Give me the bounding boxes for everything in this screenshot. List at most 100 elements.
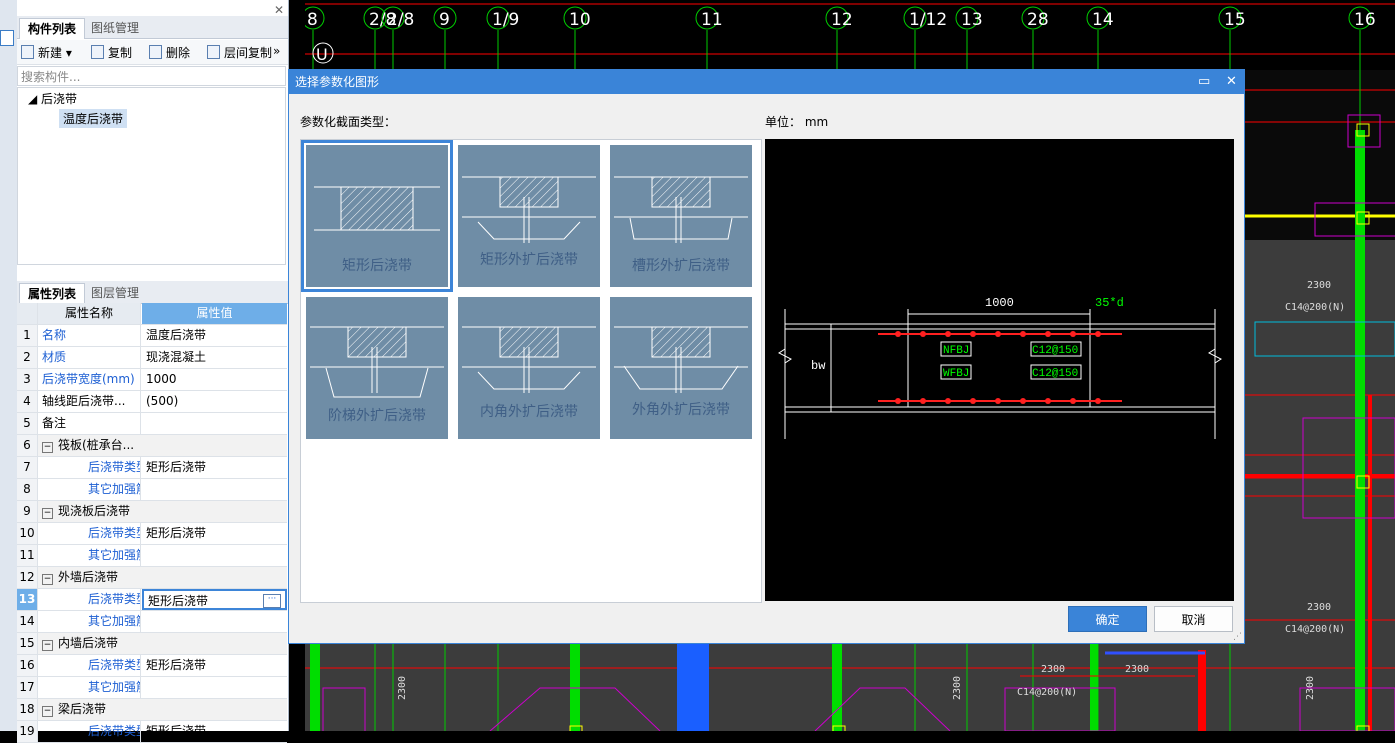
ok-button[interactable]: 确定	[1068, 606, 1147, 632]
axis-label: 2/8	[387, 10, 414, 30]
cad-dimension: 2300	[397, 676, 408, 700]
row-number: 13	[17, 589, 38, 610]
property-name: − 筏板(桩承台...	[38, 435, 287, 456]
collapse-icon[interactable]: −	[42, 442, 53, 453]
property-row[interactable]: 8其它加强筋	[17, 479, 287, 501]
property-value[interactable]: 矩形后浇带	[142, 457, 287, 478]
row-number: 19	[17, 721, 38, 742]
row-number: 18	[17, 699, 38, 720]
collapse-icon[interactable]: −	[42, 574, 53, 585]
property-row[interactable]: 3 后浇带宽度(mm) 1000	[17, 369, 287, 391]
row-number: 15	[17, 633, 38, 654]
property-row[interactable]: 2 材质 现浇混凝土	[17, 347, 287, 369]
property-value[interactable]: 1000	[142, 369, 287, 390]
copy-button[interactable]: 复制	[91, 44, 132, 61]
property-tabbar: 属性列表 图层管理	[17, 281, 288, 304]
property-row[interactable]: 4 轴线距后浇带... (500)	[17, 391, 287, 413]
row-number: 7	[17, 457, 38, 478]
floor-copy-button[interactable]: 层间复制	[207, 44, 272, 61]
shape-cell-groove-ext[interactable]: 槽形外扩后浇带	[605, 140, 757, 292]
maximize-icon[interactable]: ▭	[1198, 70, 1210, 94]
tab-component-list[interactable]: 构件列表	[19, 18, 86, 39]
more-icon[interactable]: »	[273, 44, 280, 58]
shape-cell-rect-ext[interactable]: 矩形外扩后浇带	[453, 140, 605, 292]
search-input[interactable]: 搜索构件...	[17, 66, 286, 86]
shape-cell-step-ext[interactable]: 阶梯外扩后浇带	[301, 292, 453, 444]
property-value[interactable]	[142, 545, 287, 566]
property-row[interactable]: 11其它加强筋	[17, 545, 287, 567]
preview-wfbj: WFBJ	[943, 368, 969, 380]
tab-drawing-manage[interactable]: 图纸管理	[83, 18, 147, 38]
row-number: 4	[17, 391, 38, 412]
axis-label: 9	[439, 10, 450, 30]
axis-label: 12	[831, 10, 853, 30]
property-row[interactable]: 13后浇带类型矩形后浇带···	[17, 589, 287, 611]
shape-cell-outer-corner[interactable]: 外角外扩后浇带	[605, 292, 757, 444]
toolstrip-icon[interactable]	[0, 30, 14, 46]
new-button[interactable]: 新建 ▾	[21, 44, 72, 61]
property-name: 备注	[38, 413, 141, 434]
close-icon[interactable]: ✕	[1226, 70, 1237, 94]
axis-label: 1/9	[492, 10, 519, 30]
close-icon[interactable]: ✕	[274, 3, 284, 17]
preview-width-dim: 1000	[985, 296, 1014, 310]
collapse-icon[interactable]: −	[42, 706, 53, 717]
cad-dimension: 2300	[1041, 664, 1065, 675]
property-row[interactable]: 12− 外墙后浇带	[17, 567, 287, 589]
property-row[interactable]: 15− 内墙后浇带	[17, 633, 287, 655]
property-name: 其它加强筋	[38, 677, 141, 698]
property-row[interactable]: 10后浇带类型矩形后浇带	[17, 523, 287, 545]
collapse-icon[interactable]: −	[42, 640, 53, 651]
property-row[interactable]: 16后浇带类型矩形后浇带	[17, 655, 287, 677]
row-number: 11	[17, 545, 38, 566]
delete-button[interactable]: 删除	[149, 44, 190, 61]
row-number: 2	[17, 347, 38, 368]
cad-dimension: C14@200(N)	[1285, 624, 1345, 635]
property-value[interactable]	[142, 413, 287, 434]
collapse-icon[interactable]: −	[42, 508, 53, 519]
property-value[interactable]	[142, 479, 287, 500]
resize-grip-icon[interactable]: ⋰	[1233, 632, 1242, 642]
property-row[interactable]: 9− 现浇板后浇带	[17, 501, 287, 523]
property-value[interactable]: 现浇混凝土	[142, 347, 287, 368]
property-name: 后浇带类型	[38, 655, 141, 676]
shape-cell-inner-corner[interactable]: 内角外扩后浇带	[453, 292, 605, 444]
property-row[interactable]: 6− 筏板(桩承台...	[17, 435, 287, 457]
property-name: − 内墙后浇带	[38, 633, 287, 654]
delete-icon	[149, 45, 162, 59]
tab-layer-manage[interactable]: 图层管理	[83, 283, 147, 303]
property-value[interactable]: 矩形后浇带	[142, 523, 287, 544]
shape-cell-rect[interactable]: 矩形后浇带	[301, 140, 453, 292]
cancel-button[interactable]: 取消	[1154, 606, 1233, 632]
property-value[interactable]: 矩形后浇带	[142, 721, 287, 742]
property-value[interactable]: 矩形后浇带	[142, 655, 287, 676]
property-name: 其它加强筋	[38, 479, 141, 500]
property-row[interactable]: 14其它加强筋	[17, 611, 287, 633]
property-row[interactable]: 7后浇带类型矩形后浇带	[17, 457, 287, 479]
tree-node-child[interactable]: 温度后浇带	[59, 109, 128, 128]
header-value: 属性值	[142, 303, 287, 324]
property-row[interactable]: 17其它加强筋	[17, 677, 287, 699]
property-row[interactable]: 5 备注	[17, 413, 287, 435]
property-value[interactable]	[142, 611, 287, 632]
row-number: 1	[17, 325, 38, 346]
cad-dimension: 2300	[1307, 602, 1331, 613]
property-name: − 外墙后浇带	[38, 567, 287, 588]
cad-dimension: 2300	[1307, 280, 1331, 291]
axis-label: 28	[1027, 10, 1049, 30]
ellipsis-button[interactable]: ···	[263, 594, 281, 608]
property-value[interactable]	[142, 677, 287, 698]
axis-label: 11	[701, 10, 723, 30]
property-row[interactable]: 1 名称 温度后浇带	[17, 325, 287, 347]
property-value[interactable]: 矩形后浇带 ···	[142, 589, 287, 610]
property-row[interactable]: 19后浇带类型矩形后浇带	[17, 721, 287, 743]
property-value[interactable]: 温度后浇带	[142, 325, 287, 346]
property-name: 后浇带类型	[38, 721, 141, 742]
preview-lap-dim: 35*d	[1095, 296, 1124, 310]
property-value[interactable]: (500)	[142, 391, 287, 412]
tree-node-parent[interactable]: ◢ 后浇带	[28, 90, 77, 107]
axis-label: 14	[1092, 10, 1114, 30]
component-toolbar: 新建 ▾ 复制 删除 层间复制 »	[17, 40, 288, 65]
tab-property-list[interactable]: 属性列表	[19, 283, 86, 304]
property-row[interactable]: 18− 梁后浇带	[17, 699, 287, 721]
